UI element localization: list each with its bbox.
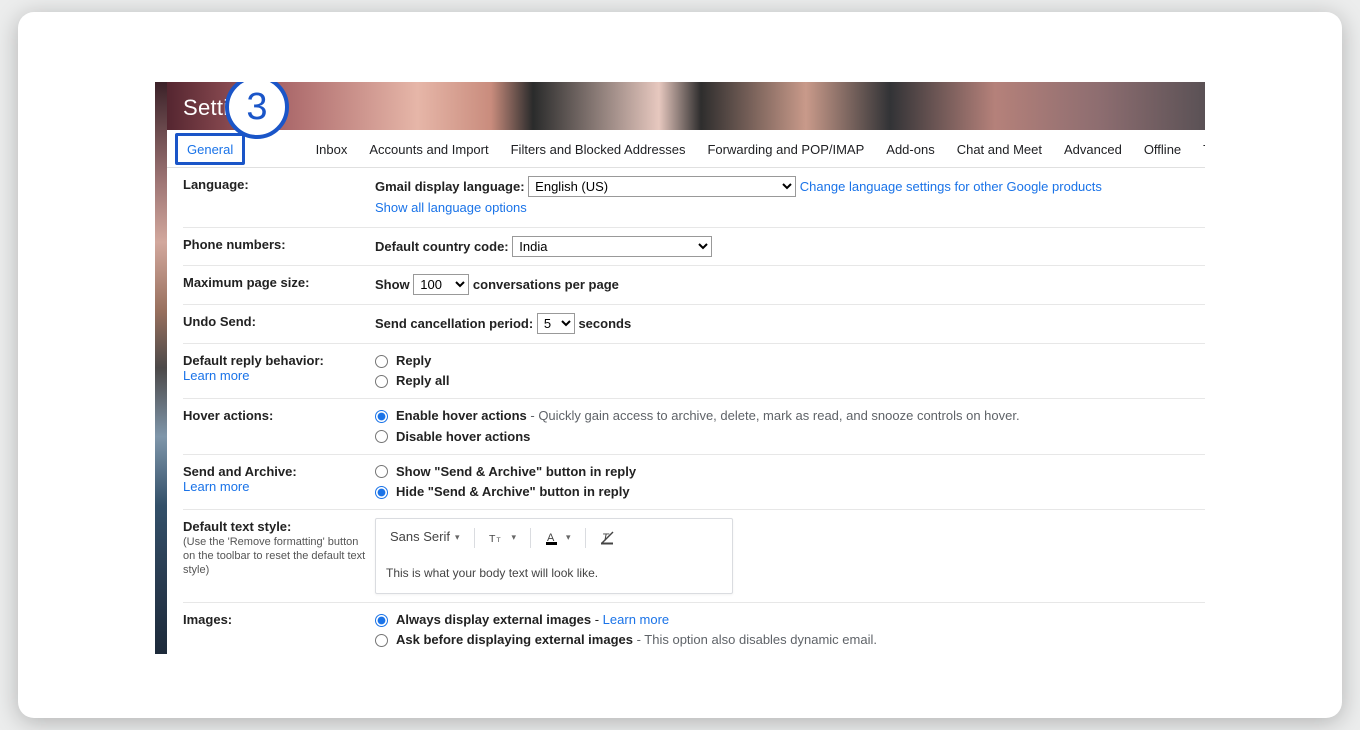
remove-formatting-icon: T bbox=[600, 530, 616, 546]
svg-text:T: T bbox=[496, 536, 500, 543]
theme-side-strip bbox=[155, 82, 167, 654]
tab-themes[interactable]: Themes bbox=[1199, 140, 1205, 159]
settings-rows: Language: Gmail display language: Englis… bbox=[155, 168, 1205, 654]
text-style-sub: (Use the 'Remove formatting' button on t… bbox=[183, 536, 367, 577]
page-size-prefix: Show bbox=[375, 277, 410, 292]
tab-addons[interactable]: Add-ons bbox=[882, 140, 938, 159]
images-learn-more-link[interactable]: Learn more bbox=[603, 612, 669, 627]
label-phone: Phone numbers: bbox=[183, 236, 375, 258]
reply-label: Reply bbox=[396, 352, 431, 370]
text-style-toolbar: Sans Serif T T bbox=[376, 519, 732, 556]
toolbar-divider bbox=[530, 528, 531, 548]
font-family-value: Sans Serif bbox=[390, 527, 450, 548]
tabs-bar: General Labels Inbox Accounts and Import… bbox=[155, 130, 1205, 168]
label-language: Language: bbox=[183, 176, 375, 219]
ask-images-desc: - This option also disables dynamic emai… bbox=[633, 632, 877, 647]
page-size-suffix: conversations per page bbox=[473, 277, 619, 292]
page-title: Settings bbox=[155, 82, 1205, 121]
toolbar-divider bbox=[585, 528, 586, 548]
ask-images-label: Ask before displaying external images bbox=[396, 632, 633, 647]
tab-offline[interactable]: Offline bbox=[1140, 140, 1185, 159]
change-language-link[interactable]: Change language settings for other Googl… bbox=[800, 179, 1102, 194]
text-color-button[interactable]: A bbox=[541, 528, 575, 548]
row-page-size: Maximum page size: Show 100 conversation… bbox=[183, 266, 1205, 305]
tab-advanced[interactable]: Advanced bbox=[1060, 140, 1126, 159]
tab-general[interactable]: General bbox=[183, 140, 237, 159]
country-code-select[interactable]: India bbox=[512, 236, 712, 257]
row-images: Images: Always display external images -… bbox=[183, 603, 1205, 654]
font-family-button[interactable]: Sans Serif bbox=[386, 525, 464, 550]
row-text-style: Default text style: (Use the 'Remove for… bbox=[183, 510, 1205, 603]
row-reply-behavior: Default reply behavior: Learn more Reply… bbox=[183, 344, 1205, 399]
settings-window: Settings 3 General Labels Inbox Accounts… bbox=[155, 82, 1205, 654]
font-size-icon: T T bbox=[489, 531, 507, 545]
radio-show-send-archive[interactable] bbox=[375, 465, 388, 478]
label-reply-behavior: Default reply behavior: bbox=[183, 353, 324, 368]
hide-send-archive-label: Hide "Send & Archive" button in reply bbox=[396, 483, 630, 501]
radio-reply[interactable] bbox=[375, 355, 388, 368]
label-images: Images: bbox=[183, 611, 375, 649]
tab-chat[interactable]: Chat and Meet bbox=[953, 140, 1046, 159]
text-style-box: Sans Serif T T bbox=[375, 518, 733, 594]
tab-filters[interactable]: Filters and Blocked Addresses bbox=[507, 140, 690, 159]
row-phone: Phone numbers: Default country code: Ind… bbox=[183, 228, 1205, 267]
toolbar-divider bbox=[474, 528, 475, 548]
reply-all-label: Reply all bbox=[396, 372, 449, 390]
enable-hover-label: Enable hover actions bbox=[396, 408, 527, 423]
radio-disable-hover[interactable] bbox=[375, 430, 388, 443]
label-page-size: Maximum page size: bbox=[183, 274, 375, 296]
radio-hide-send-archive[interactable] bbox=[375, 486, 388, 499]
language-field-label: Gmail display language: bbox=[375, 179, 525, 194]
enable-hover-desc: - Quickly gain access to archive, delete… bbox=[527, 408, 1020, 423]
label-send-archive: Send and Archive: bbox=[183, 464, 297, 479]
radio-ask-images[interactable] bbox=[375, 634, 388, 647]
undo-send-select[interactable]: 5 bbox=[537, 313, 575, 334]
page-size-select[interactable]: 100 bbox=[413, 274, 469, 295]
font-size-button[interactable]: T T bbox=[485, 528, 521, 546]
language-select[interactable]: English (US) bbox=[528, 176, 796, 197]
label-undo-send: Undo Send: bbox=[183, 313, 375, 335]
row-send-archive: Send and Archive: Learn more Show "Send … bbox=[183, 455, 1205, 510]
text-style-preview: This is what your body text will look li… bbox=[376, 556, 732, 593]
phone-field-label: Default country code: bbox=[375, 239, 509, 254]
always-images-label: Always display external images bbox=[396, 612, 591, 627]
label-text-style: Default text style: bbox=[183, 519, 291, 534]
radio-always-images[interactable] bbox=[375, 614, 388, 627]
tab-accounts[interactable]: Accounts and Import bbox=[365, 140, 492, 159]
svg-text:T: T bbox=[489, 532, 496, 544]
reply-learn-more-link[interactable]: Learn more bbox=[183, 368, 249, 383]
row-hover-actions: Hover actions: Enable hover actions - Qu… bbox=[183, 399, 1205, 454]
show-send-archive-label: Show "Send & Archive" button in reply bbox=[396, 463, 636, 481]
tab-inbox[interactable]: Inbox bbox=[312, 140, 352, 159]
tab-forwarding[interactable]: Forwarding and POP/IMAP bbox=[703, 140, 868, 159]
label-hover: Hover actions: bbox=[183, 407, 375, 445]
row-language: Language: Gmail display language: Englis… bbox=[183, 168, 1205, 228]
always-images-sep: - bbox=[591, 612, 603, 627]
frame: Settings 3 General Labels Inbox Accounts… bbox=[18, 12, 1342, 718]
row-undo-send: Undo Send: Send cancellation period: 5 s… bbox=[183, 305, 1205, 344]
radio-enable-hover[interactable] bbox=[375, 410, 388, 423]
send-archive-learn-more-link[interactable]: Learn more bbox=[183, 479, 249, 494]
text-color-icon: A bbox=[545, 530, 561, 546]
remove-formatting-button[interactable]: T bbox=[596, 528, 620, 548]
undo-send-suffix: seconds bbox=[578, 316, 631, 331]
disable-hover-label: Disable hover actions bbox=[396, 428, 530, 446]
banner: Settings bbox=[155, 82, 1205, 130]
step-number: 3 bbox=[246, 86, 267, 129]
radio-reply-all[interactable] bbox=[375, 375, 388, 388]
show-all-language-link[interactable]: Show all language options bbox=[375, 200, 527, 215]
undo-send-field-label: Send cancellation period: bbox=[375, 316, 533, 331]
